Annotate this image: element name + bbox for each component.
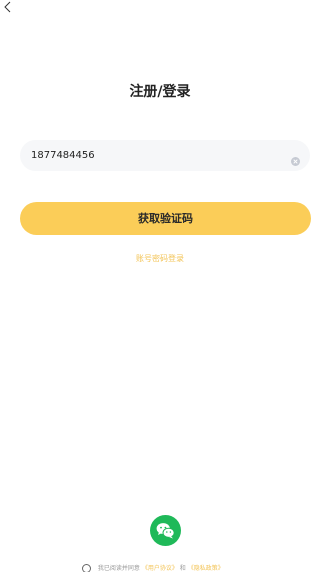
get-code-button[interactable]: 获取验证码 [20, 202, 311, 235]
agreement-row: 我已阅读并同意 《用户协议》 和 《隐私政策》 [82, 563, 224, 572]
agreement-and: 和 [179, 565, 186, 572]
page-title: 注册/登录 [129, 84, 191, 100]
agree-checkbox[interactable] [82, 564, 91, 572]
agreement-prefix: 我已阅读并同意 [97, 565, 140, 572]
login-screen: 注册/登录 获取验证码 账号密码登录 我已阅读并同意 《用户协议》 和 [0, 0, 320, 572]
phone-input[interactable] [31, 140, 281, 171]
wechat-login-button[interactable] [150, 515, 181, 546]
privacy-policy-link[interactable]: 《隐私政策》 [188, 565, 224, 572]
user-agreement-link[interactable]: 《用户协议》 [142, 565, 178, 572]
clear-circle-icon[interactable] [291, 151, 300, 166]
chevron-left-icon[interactable] [2, 0, 16, 13]
phone-field[interactable] [20, 140, 310, 171]
wechat-icon [156, 523, 175, 539]
password-login-link[interactable]: 账号密码登录 [0, 253, 320, 265]
